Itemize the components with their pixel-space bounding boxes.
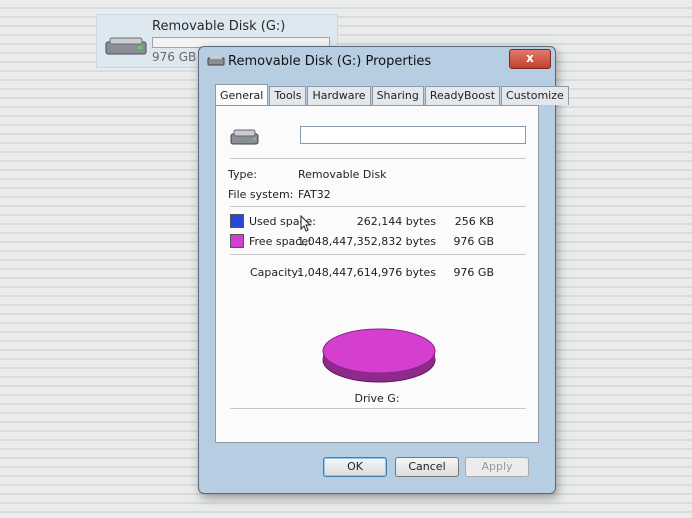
drive-name-input[interactable] [300,126,526,144]
capacity-label: Capacity: [250,266,301,279]
capacity-bytes: 1,048,447,614,976 bytes [297,266,436,279]
explorer-drive-title: Removable Disk (G:) [152,19,286,34]
mouse-pointer-icon [300,215,312,232]
used-space-swatch [230,214,244,228]
free-space-bytes: 1,048,447,352,832 bytes [297,235,436,248]
type-label: Type: [228,168,257,181]
drive-caption: Drive G: [354,392,400,405]
tab-hardware[interactable]: Hardware [307,86,371,105]
cancel-button[interactable]: Cancel [395,457,459,477]
tab-sharing[interactable]: Sharing [371,86,424,105]
used-space-size: 256 KB [454,215,494,228]
type-value: Removable Disk [298,168,387,181]
tab-readyboost[interactable]: ReadyBoost [424,86,501,105]
properties-dialog: Removable Disk (G:) Properties x General… [198,46,569,494]
close-button[interactable]: x [509,49,551,69]
separator [230,206,526,208]
capacity-size: 976 GB [453,266,494,279]
free-space-size: 976 GB [453,235,494,248]
tab-strip: General Tools Hardware Sharing ReadyBoos… [215,83,570,106]
drive-title-icon [207,56,225,66]
drive-icon [230,129,259,145]
file-system-label: File system: [228,188,294,201]
disk-usage-pie [322,328,436,383]
file-system-value: FAT32 [298,188,331,201]
tab-general[interactable]: General [215,84,269,106]
used-space-bytes: 262,144 bytes [356,215,436,228]
tab-customize[interactable]: Customize [501,86,569,105]
separator [230,254,526,256]
explorer-drive-subtitle: 976 GB f [152,50,205,64]
apply-button[interactable]: Apply [465,457,529,477]
general-panel: Type: Removable Disk File system: FAT32 … [215,105,539,443]
ok-button[interactable]: OK [323,457,387,477]
removable-drive-icon [105,37,147,55]
free-space-swatch [230,234,244,248]
separator [230,158,526,160]
tab-tools[interactable]: Tools [269,86,307,105]
dialog-title: Removable Disk (G:) Properties [228,54,432,69]
separator [230,408,526,410]
